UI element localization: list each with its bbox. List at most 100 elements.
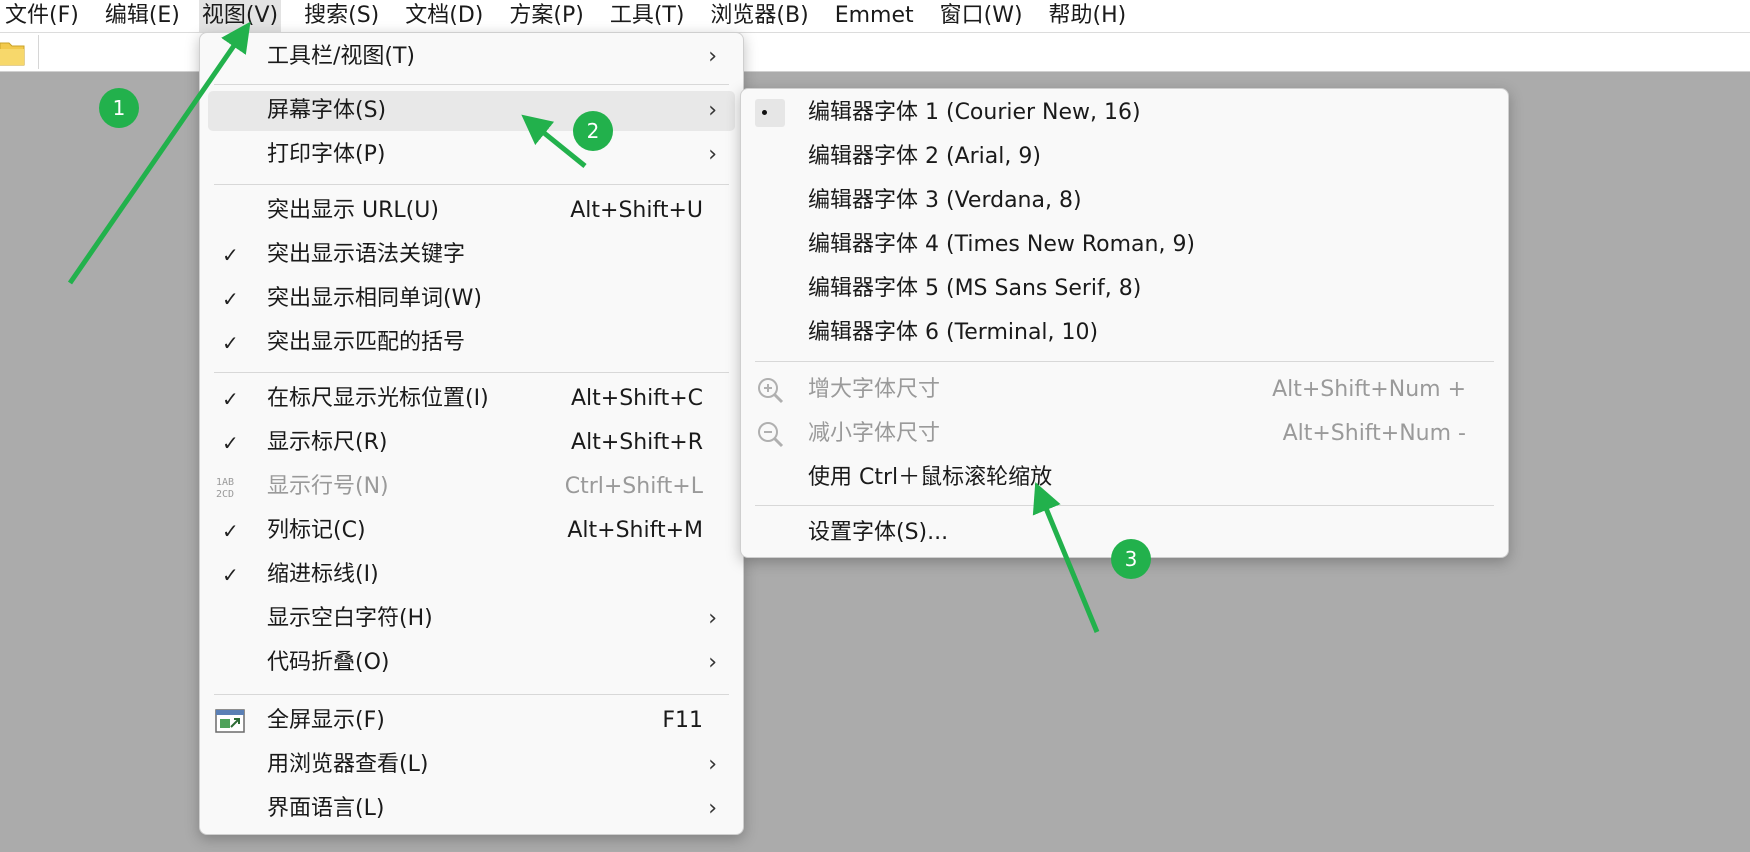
menu-item-label: 设置字体(S)... — [808, 520, 949, 545]
menu-item-view-in-browser[interactable]: 用浏览器查看(L) › — [208, 745, 735, 785]
svg-text:1AB: 1AB — [216, 477, 234, 488]
menu-emmet[interactable]: Emmet — [832, 0, 917, 32]
menu-item-highlight-same-words[interactable]: ✓ 突出显示相同单词(W) — [208, 279, 735, 319]
menu-item-label: 打印字体(P) — [267, 142, 386, 167]
line-numbers-icon: 1AB 2CD — [216, 477, 234, 500]
menu-item-editor-font-4[interactable]: 编辑器字体 4 (Times New Roman, 9) — [749, 225, 1500, 265]
menu-item-shortcut: Alt+Shift+R — [571, 430, 703, 455]
menu-view[interactable]: 视图(V) — [198, 0, 282, 32]
menu-item-highlight-url[interactable]: 突出显示 URL(U) Alt+Shift+U — [208, 191, 735, 231]
menu-item-editor-font-6[interactable]: 编辑器字体 6 (Terminal, 10) — [749, 313, 1500, 353]
toolbar-separator — [38, 35, 39, 69]
menu-item-shortcut: Alt+Shift+U — [570, 198, 703, 223]
menu-item-label: 工具栏/视图(T) — [267, 44, 416, 69]
menu-scheme[interactable]: 方案(P) — [506, 0, 586, 32]
zoom-out-icon — [758, 422, 784, 448]
menu-edit[interactable]: 编辑(E) — [102, 0, 183, 32]
menu-item-label: 缩进标线(I) — [267, 562, 379, 587]
menu-item-shortcut: Alt+Shift+C — [570, 386, 703, 411]
menu-separator — [214, 84, 729, 85]
menu-file[interactable]: 文件(F) — [2, 0, 82, 32]
check-icon: ✓ — [222, 331, 239, 355]
menu-item-shortcut: F11 — [662, 708, 703, 733]
menu-browser[interactable]: 浏览器(B) — [707, 0, 811, 32]
menu-separator — [755, 361, 1494, 362]
submenu-arrow-icon: › — [708, 44, 717, 69]
menu-item-fullscreen[interactable]: 全屏显示(F) F11 — [208, 701, 735, 741]
menu-item-shortcut: Ctrl+Shift+L — [564, 474, 703, 499]
menu-item-editor-font-3[interactable]: 编辑器字体 3 (Verdana, 8) — [749, 181, 1500, 221]
menu-document[interactable]: 文档(D) — [402, 0, 486, 32]
view-menu: 工具栏/视图(T) › 屏幕字体(S) › 打印字体(P) › 突出显示 URL… — [199, 32, 744, 835]
submenu-arrow-icon: › — [708, 98, 717, 123]
submenu-arrow-icon: › — [708, 606, 717, 631]
check-icon: ✓ — [222, 563, 239, 587]
zoom-in-icon — [758, 378, 784, 404]
menu-item-label: 全屏显示(F) — [267, 708, 385, 733]
menu-tools[interactable]: 工具(T) — [607, 0, 688, 32]
menu-item-label: 突出显示 URL(U) — [267, 198, 439, 223]
menu-item-show-ruler[interactable]: ✓ 显示标尺(R) Alt+Shift+R — [208, 423, 735, 463]
annotation-badge-1: 1 — [99, 88, 139, 128]
menu-window[interactable]: 窗口(W) — [937, 0, 1026, 32]
check-icon: ✓ — [222, 243, 239, 267]
menu-item-indent-guides[interactable]: ✓ 缩进标线(I) — [208, 555, 735, 595]
menu-item-label: 编辑器字体 6 (Terminal, 10) — [808, 320, 1099, 345]
annotation-badge-3: 3 — [1111, 539, 1151, 579]
menu-separator — [214, 372, 729, 373]
menu-item-print-font[interactable]: 打印字体(P) › — [208, 135, 735, 175]
menubar: 文件(F) 编辑(E) 视图(V) 搜索(S) 文档(D) 方案(P) 工具(T… — [0, 0, 1750, 33]
menu-item-shortcut: Alt+Shift+M — [567, 518, 703, 543]
selected-bullet-icon — [755, 99, 785, 127]
menu-item-code-folding[interactable]: 代码折叠(O) › — [208, 643, 735, 683]
menu-item-ui-language[interactable]: 界面语言(L) › — [208, 789, 735, 829]
screen-font-submenu: 编辑器字体 1 (Courier New, 16) 编辑器字体 2 (Arial… — [740, 88, 1509, 558]
menu-item-label: 界面语言(L) — [267, 796, 385, 821]
menu-item-label: 使用 Ctrl＋鼠标滚轮缩放 — [808, 465, 1053, 490]
menu-item-ctrl-wheel-zoom[interactable]: 使用 Ctrl＋鼠标滚轮缩放 — [749, 458, 1500, 498]
menu-item-column-marker[interactable]: ✓ 列标记(C) Alt+Shift+M — [208, 511, 735, 551]
check-icon: ✓ — [222, 387, 239, 411]
menu-item-show-whitespace[interactable]: 显示空白字符(H) › — [208, 599, 735, 639]
menu-item-label: 编辑器字体 5 (MS Sans Serif, 8) — [808, 276, 1142, 301]
menu-help[interactable]: 帮助(H) — [1046, 0, 1130, 32]
menu-item-label: 编辑器字体 4 (Times New Roman, 9) — [808, 232, 1196, 257]
menu-item-show-line-numbers[interactable]: 1AB 2CD 显示行号(N) Ctrl+Shift+L — [208, 467, 735, 507]
submenu-arrow-icon: › — [708, 796, 717, 821]
menu-item-label: 突出显示语法关键字 — [267, 242, 466, 267]
menu-item-shortcut: Alt+Shift+Num + — [1272, 377, 1466, 402]
menu-item-label: 编辑器字体 1 (Courier New, 16) — [808, 100, 1141, 125]
menu-search[interactable]: 搜索(S) — [301, 0, 382, 32]
menu-item-label: 显示空白字符(H) — [267, 606, 433, 631]
menu-item-label: 突出显示相同单词(W) — [267, 286, 482, 311]
submenu-arrow-icon: › — [708, 142, 717, 167]
menu-item-ruler-cursor-position[interactable]: ✓ 在标尺显示光标位置(I) Alt+Shift+C — [208, 379, 735, 419]
menu-item-label: 在标尺显示光标位置(I) — [267, 386, 489, 411]
svg-text:2CD: 2CD — [216, 489, 234, 500]
menu-item-label: 用浏览器查看(L) — [267, 752, 429, 777]
menu-item-label: 显示标尺(R) — [267, 430, 388, 455]
menu-item-highlight-brackets[interactable]: ✓ 突出显示匹配的括号 — [208, 323, 735, 363]
menu-item-label: 编辑器字体 3 (Verdana, 8) — [808, 188, 1082, 213]
menu-item-editor-font-1[interactable]: 编辑器字体 1 (Courier New, 16) — [749, 93, 1500, 133]
folder-icon[interactable] — [0, 37, 26, 67]
menu-item-highlight-keywords[interactable]: ✓ 突出显示语法关键字 — [208, 235, 735, 275]
check-icon: ✓ — [222, 431, 239, 455]
menu-item-label: 增大字体尺寸 — [808, 377, 941, 402]
check-icon: ✓ — [222, 287, 239, 311]
menu-item-label: 编辑器字体 2 (Arial, 9) — [808, 144, 1041, 169]
menu-item-toolbar-view[interactable]: 工具栏/视图(T) › — [208, 37, 735, 77]
menu-separator — [755, 505, 1494, 506]
menu-item-editor-font-2[interactable]: 编辑器字体 2 (Arial, 9) — [749, 137, 1500, 177]
menu-item-editor-font-5[interactable]: 编辑器字体 5 (MS Sans Serif, 8) — [749, 269, 1500, 309]
annotation-badge-2: 2 — [573, 111, 613, 151]
menu-separator — [214, 694, 729, 695]
submenu-arrow-icon: › — [708, 650, 717, 675]
menu-item-decrease-font-size[interactable]: 减小字体尺寸 Alt+Shift+Num - — [749, 414, 1500, 454]
menu-item-screen-font[interactable]: 屏幕字体(S) › — [208, 91, 735, 131]
menu-item-label: 显示行号(N) — [267, 474, 389, 499]
menu-item-label: 屏幕字体(S) — [267, 98, 387, 123]
fullscreen-icon — [215, 709, 245, 733]
menu-item-increase-font-size[interactable]: 增大字体尺寸 Alt+Shift+Num + — [749, 370, 1500, 410]
menu-item-label: 减小字体尺寸 — [808, 421, 941, 446]
